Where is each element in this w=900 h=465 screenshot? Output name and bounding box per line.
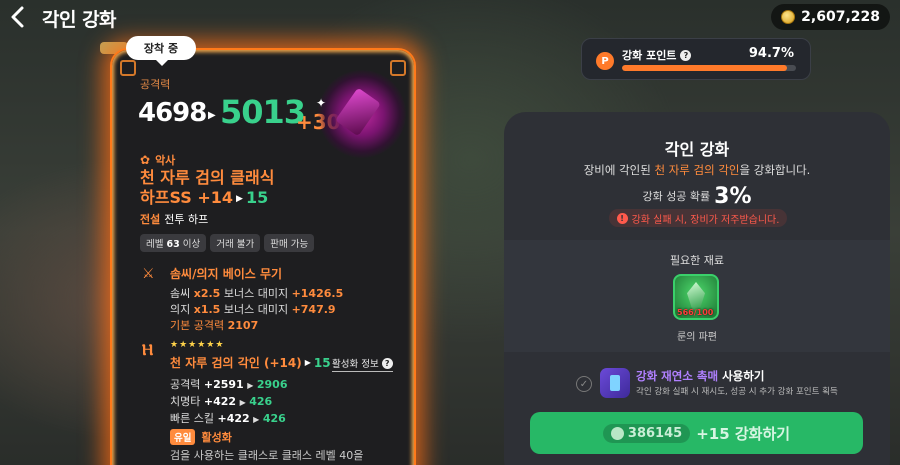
enhance-button-label: +15 강화하기 (696, 424, 791, 443)
enhance-button[interactable]: 386145 +15 강화하기 (530, 412, 863, 454)
enhance-cost: 386145 (602, 423, 691, 443)
success-rate-value: 3% (714, 184, 752, 209)
attack-before: 4698 (138, 98, 207, 128)
success-rate: 강화 성공 확률 3% (642, 184, 752, 209)
rune-fragment-icon[interactable]: 566/100 (673, 274, 719, 320)
points-value: 94.7% (748, 46, 794, 61)
item-rarity: 전설 (140, 213, 161, 226)
panel-title: 각인 강화 (664, 140, 730, 159)
attack-after: 5013 (220, 93, 306, 131)
panel-description: 장비에 각인된 천 자루 검의 각인을 강화합니다. (583, 163, 811, 177)
grade-label: 악사 (155, 154, 176, 167)
unique-label: 활성화 (201, 431, 232, 444)
points-progress-bar (622, 65, 796, 71)
ornament-icon (390, 60, 406, 76)
item-level-line: 하프SS +14 ▶ 15 (140, 188, 268, 209)
unique-badge: 유일 (170, 429, 196, 445)
activation-info-link[interactable]: 활성화 정보? (332, 356, 393, 372)
attack-label: 공격력 (140, 78, 171, 91)
catalyst-option: ✓ 강화 재연소 촉매 사용하기 각인 강화 실패 시 재시도, 성공 시 추가… (504, 352, 890, 412)
enhance-panel: 각인 강화 장비에 각인된 천 자루 검의 각인을 강화합니다. 강화 성공 확… (504, 112, 890, 465)
materials-section: 필요한 재료 566/100 룬의 파편 (504, 240, 890, 352)
item-name: 천 자루 검의 클래식 (140, 168, 275, 187)
item-tags: 레벨 63 이상 거래 불가 판매 가능 (140, 234, 315, 252)
catalyst-title: 강화 재연소 촉매 사용하기 (636, 369, 765, 383)
catalyst-icon (600, 368, 630, 398)
base-stat-line: 의지 x1.5 보너스 대미지 +747.9 (170, 303, 336, 316)
tag-trade: 거래 불가 (210, 234, 261, 252)
enhance-points-box: P 강화 포인트? 94.7% (581, 38, 811, 80)
currency-display: 2,607,228 (771, 4, 890, 30)
help-icon[interactable]: ? (680, 49, 692, 61)
coin-icon (781, 10, 796, 24)
weapon-base-icon: ⚔ (142, 266, 155, 282)
materials-title: 필요한 재료 (669, 254, 725, 267)
points-progress-fill (622, 65, 787, 71)
base-stat-line: 기본 공격력 2107 (170, 319, 259, 332)
failure-warning: ! 강화 실패 시, 장비가 저주받습니다. (609, 209, 787, 227)
engrave-stat-line: 빠른 스킬 +422 ▶ 426 (170, 412, 286, 425)
item-type: 전설 전투 하프 (140, 211, 208, 227)
check-icon[interactable]: ✓ (576, 376, 592, 392)
points-label: 강화 포인트? (622, 47, 692, 63)
help-icon: ? (381, 357, 393, 369)
material-count: 566/100 (677, 308, 714, 317)
engrave-stars: ★★★★★★ (170, 340, 225, 350)
points-icon: P (596, 52, 614, 70)
currency-amount: 2,607,228 (801, 9, 880, 25)
coin-icon (610, 426, 624, 440)
sparkle-icon: ✦ (316, 96, 327, 110)
catalyst-description: 각인 강화 실패 시 재시도, 성공 시 추가 강화 포인트 획득 (636, 387, 838, 397)
class-requirement: 검을 사용하는 클래스로 클래스 레벨 40을 (170, 449, 364, 462)
tag-sell: 판매 가능 (264, 234, 315, 252)
grade-icon: ✿ (140, 153, 151, 167)
unique-activation: 유일 활성화 (170, 429, 232, 445)
top-bar: 각인 강화 2,607,228 (0, 0, 900, 36)
weapon-image (318, 70, 406, 158)
arrow-right-icon: ▶ (304, 358, 311, 367)
back-arrow-icon[interactable] (8, 5, 28, 29)
item-grade: ✿ 악사 (140, 152, 175, 168)
engrave-icon: Ⲏ (142, 340, 154, 359)
item-current-level: 하프SS +14 (140, 188, 234, 207)
tag-level: 레벨 63 이상 (140, 234, 207, 252)
page-title: 각인 강화 (42, 9, 117, 31)
material-name: 룬의 파편 (677, 332, 717, 343)
base-stat-line: 솜씨 x2.5 보너스 대미지 +1426.5 (170, 287, 344, 300)
equipped-badge: 장착 중 (126, 36, 196, 66)
arrow-right-icon: ▶ (236, 194, 243, 204)
item-next-level: 15 (245, 188, 269, 207)
engrave-title: 천 자루 검의 각인 (+14) ▶ 15 (170, 356, 331, 370)
engrave-stat-line: 치명타 +422 ▶ 426 (170, 395, 273, 408)
arrow-right-icon: ▶ (208, 110, 216, 121)
engrave-stat-line: 공격력 +2591 ▶ 2906 (170, 378, 288, 391)
item-category: 전투 하프 (164, 213, 209, 226)
base-section-title: 솜씨/의지 베이스 무기 (170, 267, 283, 281)
warning-icon: ! (616, 212, 628, 224)
ornament-icon (120, 60, 136, 76)
